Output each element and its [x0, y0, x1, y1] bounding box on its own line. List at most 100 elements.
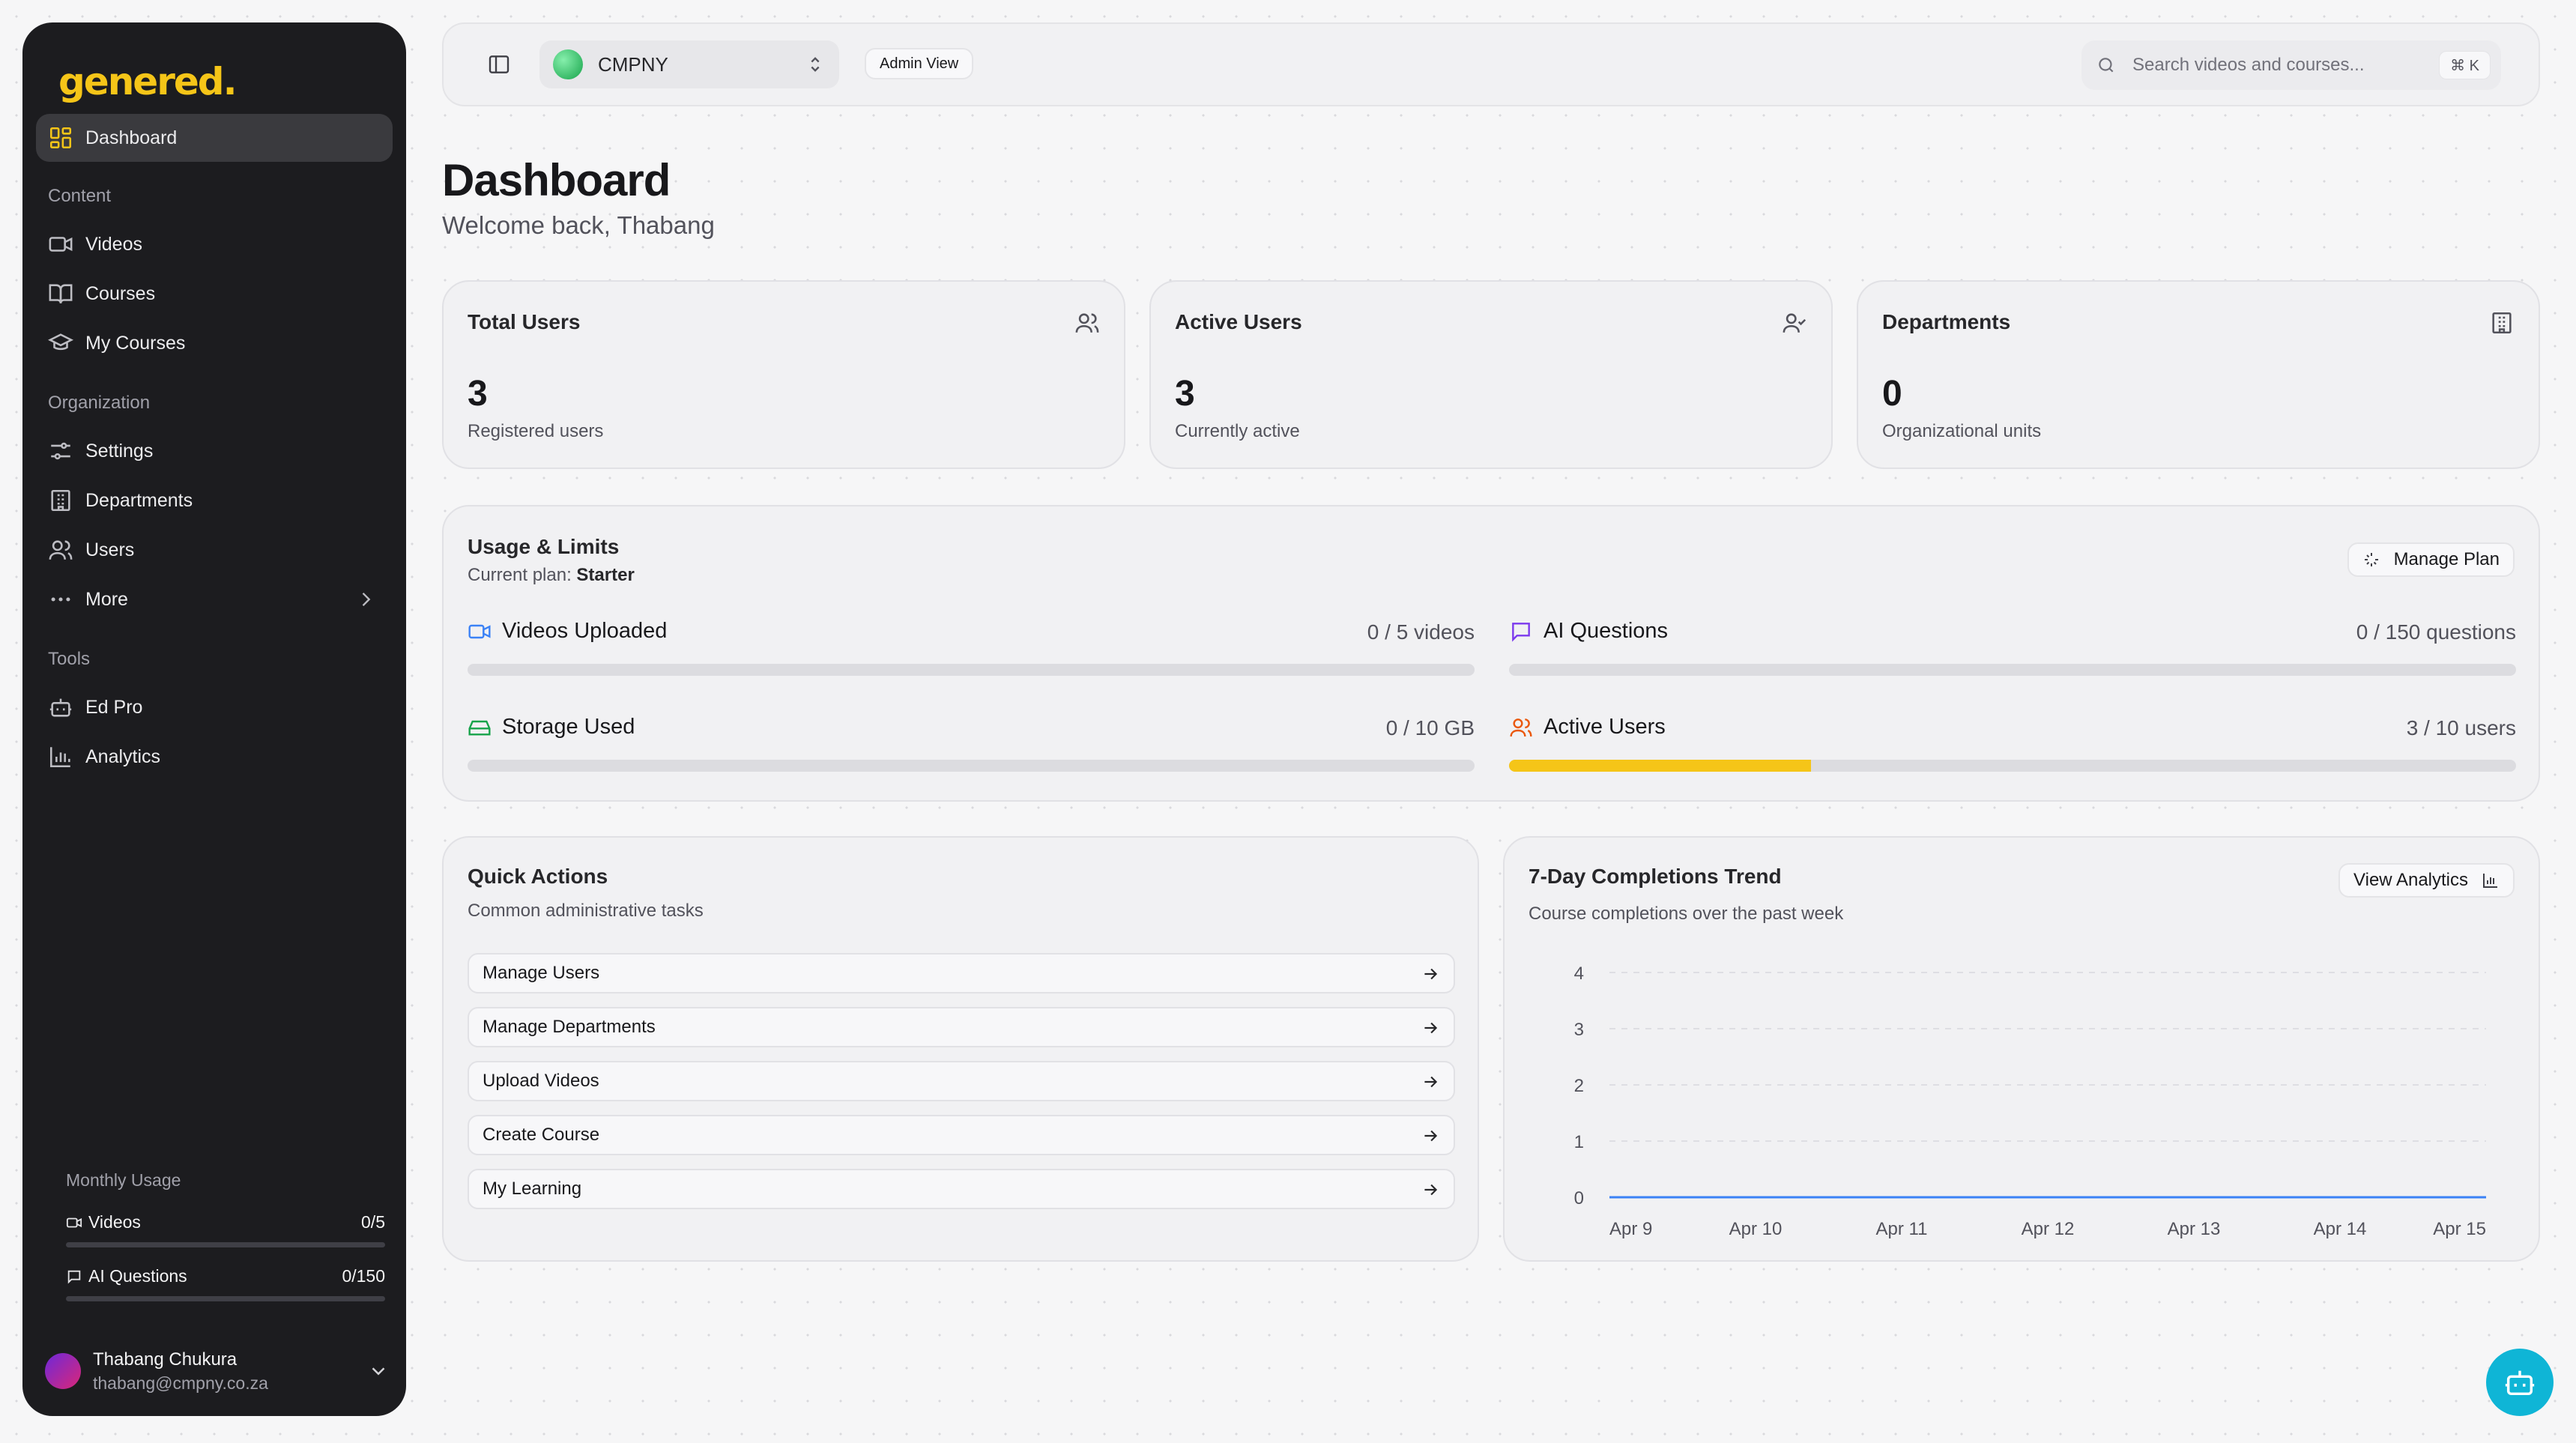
company-name: CMPNY: [598, 52, 668, 76]
quick-action-upload-videos[interactable]: Upload Videos: [468, 1061, 1455, 1101]
sidebar-toggle-icon[interactable]: [487, 52, 511, 76]
usage-title: Usage & Limits: [468, 535, 620, 558]
admin-view-badge: Admin View: [865, 48, 974, 79]
usage-bar-ai-questions: [66, 1296, 385, 1301]
bar-chart-icon: [2482, 871, 2500, 889]
stat-card-departments: Departments 0 Organizational units: [1857, 280, 2540, 469]
metric-label: AI Questions: [1544, 619, 1669, 643]
user-name: Thabang Chukura: [93, 1349, 238, 1370]
sidebar-item-label: Videos: [85, 233, 142, 255]
sidebar-item-departments[interactable]: Departments: [36, 477, 393, 524]
sidebar-item-settings[interactable]: Settings: [36, 427, 393, 475]
view-analytics-label: View Analytics: [2353, 870, 2468, 890]
user-email: thabang@cmpny.co.za: [93, 1373, 268, 1393]
quick-action-label: Upload Videos: [483, 1071, 599, 1091]
message-square-icon: [1509, 620, 1533, 644]
progress-track: [468, 664, 1475, 676]
sidebar-item-analytics[interactable]: Analytics: [36, 733, 393, 781]
video-icon: [66, 1214, 82, 1231]
plan-name: Starter: [576, 565, 635, 585]
arrow-right-icon: [1421, 1126, 1440, 1146]
y-tick-label: 0: [1574, 1188, 1584, 1208]
progress-track: [1509, 664, 2516, 676]
sparkles-icon: [2362, 551, 2380, 569]
y-tick-label: 1: [1574, 1132, 1584, 1152]
sidebar-item-courses[interactable]: Courses: [36, 270, 393, 318]
quick-action-manage-users[interactable]: Manage Users: [468, 953, 1455, 993]
usage-value: 0/150: [342, 1266, 385, 1286]
chevron-down-icon: [367, 1360, 390, 1382]
metric-label-row: Active Users: [1509, 715, 1666, 739]
metric-value: 0 / 5 videos: [1367, 620, 1475, 644]
trend-title: 7-Day Completions Trend: [1529, 865, 1782, 888]
company-logo: [553, 49, 583, 79]
manage-plan-button[interactable]: Manage Plan: [2347, 542, 2515, 577]
quick-action-my-learning[interactable]: My Learning: [468, 1169, 1455, 1209]
stat-title: Active Users: [1175, 310, 1302, 333]
metric-value: 3 / 10 users: [2406, 716, 2516, 739]
metric-label-row: Storage Used: [468, 715, 635, 739]
plan-label: Current plan:: [468, 565, 572, 585]
sidebar-item-label: Users: [85, 539, 135, 560]
metric-label: Videos Uploaded: [502, 619, 668, 643]
sidebar-item-label: Courses: [85, 282, 156, 304]
hard-drive-icon: [468, 716, 492, 739]
y-tick-label: 4: [1574, 963, 1584, 984]
dashboard-icon: [48, 125, 73, 151]
page-title: Dashboard: [442, 155, 671, 205]
quick-action-create-course[interactable]: Create Course: [468, 1115, 1455, 1155]
sidebar-item-videos[interactable]: Videos: [36, 220, 393, 268]
sidebar-item-users[interactable]: Users: [36, 526, 393, 574]
sidebar: genered. Dashboard Content Videos Course…: [22, 22, 406, 1416]
sidebar-item-my-courses[interactable]: My Courses: [36, 319, 393, 367]
video-icon: [468, 620, 492, 644]
user-menu[interactable]: Thabang Chukura thabang@cmpny.co.za: [45, 1341, 390, 1401]
quick-actions-desc: Common administrative tasks: [468, 901, 704, 921]
search-icon: [2096, 55, 2116, 75]
stat-value: 0: [1882, 374, 1902, 414]
view-analytics-button[interactable]: View Analytics: [2338, 863, 2515, 898]
stat-title: Total Users: [468, 310, 581, 333]
stat-desc: Organizational units: [1882, 421, 2042, 441]
metric-label: Active Users: [1544, 715, 1666, 739]
search-input[interactable]: Search videos and courses... ⌘ K: [2081, 40, 2501, 90]
sidebar-item-more[interactable]: More: [36, 575, 393, 623]
chevrons-up-down-icon: [805, 54, 826, 75]
sidebar-item-ed-pro[interactable]: Ed Pro: [36, 683, 393, 731]
quick-actions-card: Quick Actions Common administrative task…: [442, 836, 1479, 1262]
chevron-right-icon: [355, 589, 376, 610]
metric-value: 0 / 150 questions: [2356, 620, 2516, 644]
sidebar-item-label: Ed Pro: [85, 696, 143, 718]
current-plan: Current plan: Starter: [468, 565, 635, 586]
stat-desc: Currently active: [1175, 421, 1300, 441]
assistant-fab-button[interactable]: [2486, 1349, 2554, 1416]
progress-track: [1509, 760, 2516, 772]
sidebar-item-dashboard[interactable]: Dashboard: [36, 114, 393, 162]
message-square-icon: [66, 1268, 82, 1285]
x-tick-label: Apr 9: [1609, 1219, 1652, 1239]
brand-logo[interactable]: genered.: [58, 60, 238, 103]
monthly-usage-title: Monthly Usage: [66, 1170, 181, 1190]
completions-line-chart: 0 1 2 3 4 Apr 9 Apr 10 Apr 11 Apr 12 Apr 13 Apr 14…: [1574, 963, 2487, 1239]
stat-desc: Registered users: [468, 421, 604, 441]
progress-fill: [1509, 760, 1812, 772]
usage-bar-videos: [66, 1242, 385, 1247]
users-icon: [1074, 310, 1100, 336]
x-tick-label: Apr 10: [1729, 1219, 1783, 1239]
company-switcher[interactable]: CMPNY: [539, 40, 839, 88]
search-placeholder: Search videos and courses...: [2132, 55, 2365, 75]
quick-action-manage-departments[interactable]: Manage Departments: [468, 1007, 1455, 1047]
usage-label: Videos: [88, 1212, 141, 1232]
bar-chart-icon: [48, 744, 73, 769]
search-shortcut: ⌘ K: [2439, 51, 2491, 79]
monthly-usage-videos: Videos 0/5: [66, 1212, 385, 1232]
page-subtitle: Welcome back, Thabang: [442, 211, 715, 239]
stat-card-total-users: Total Users 3 Registered users: [442, 280, 1125, 469]
metric-label-row: AI Questions: [1509, 619, 1668, 644]
sliders-icon: [48, 438, 73, 464]
book-open-icon: [48, 281, 73, 306]
y-tick-label: 2: [1574, 1076, 1584, 1096]
avatar: [45, 1353, 81, 1389]
top-bar: CMPNY Admin View Search videos and cours…: [442, 22, 2540, 106]
user-check-icon: [1782, 310, 1807, 336]
